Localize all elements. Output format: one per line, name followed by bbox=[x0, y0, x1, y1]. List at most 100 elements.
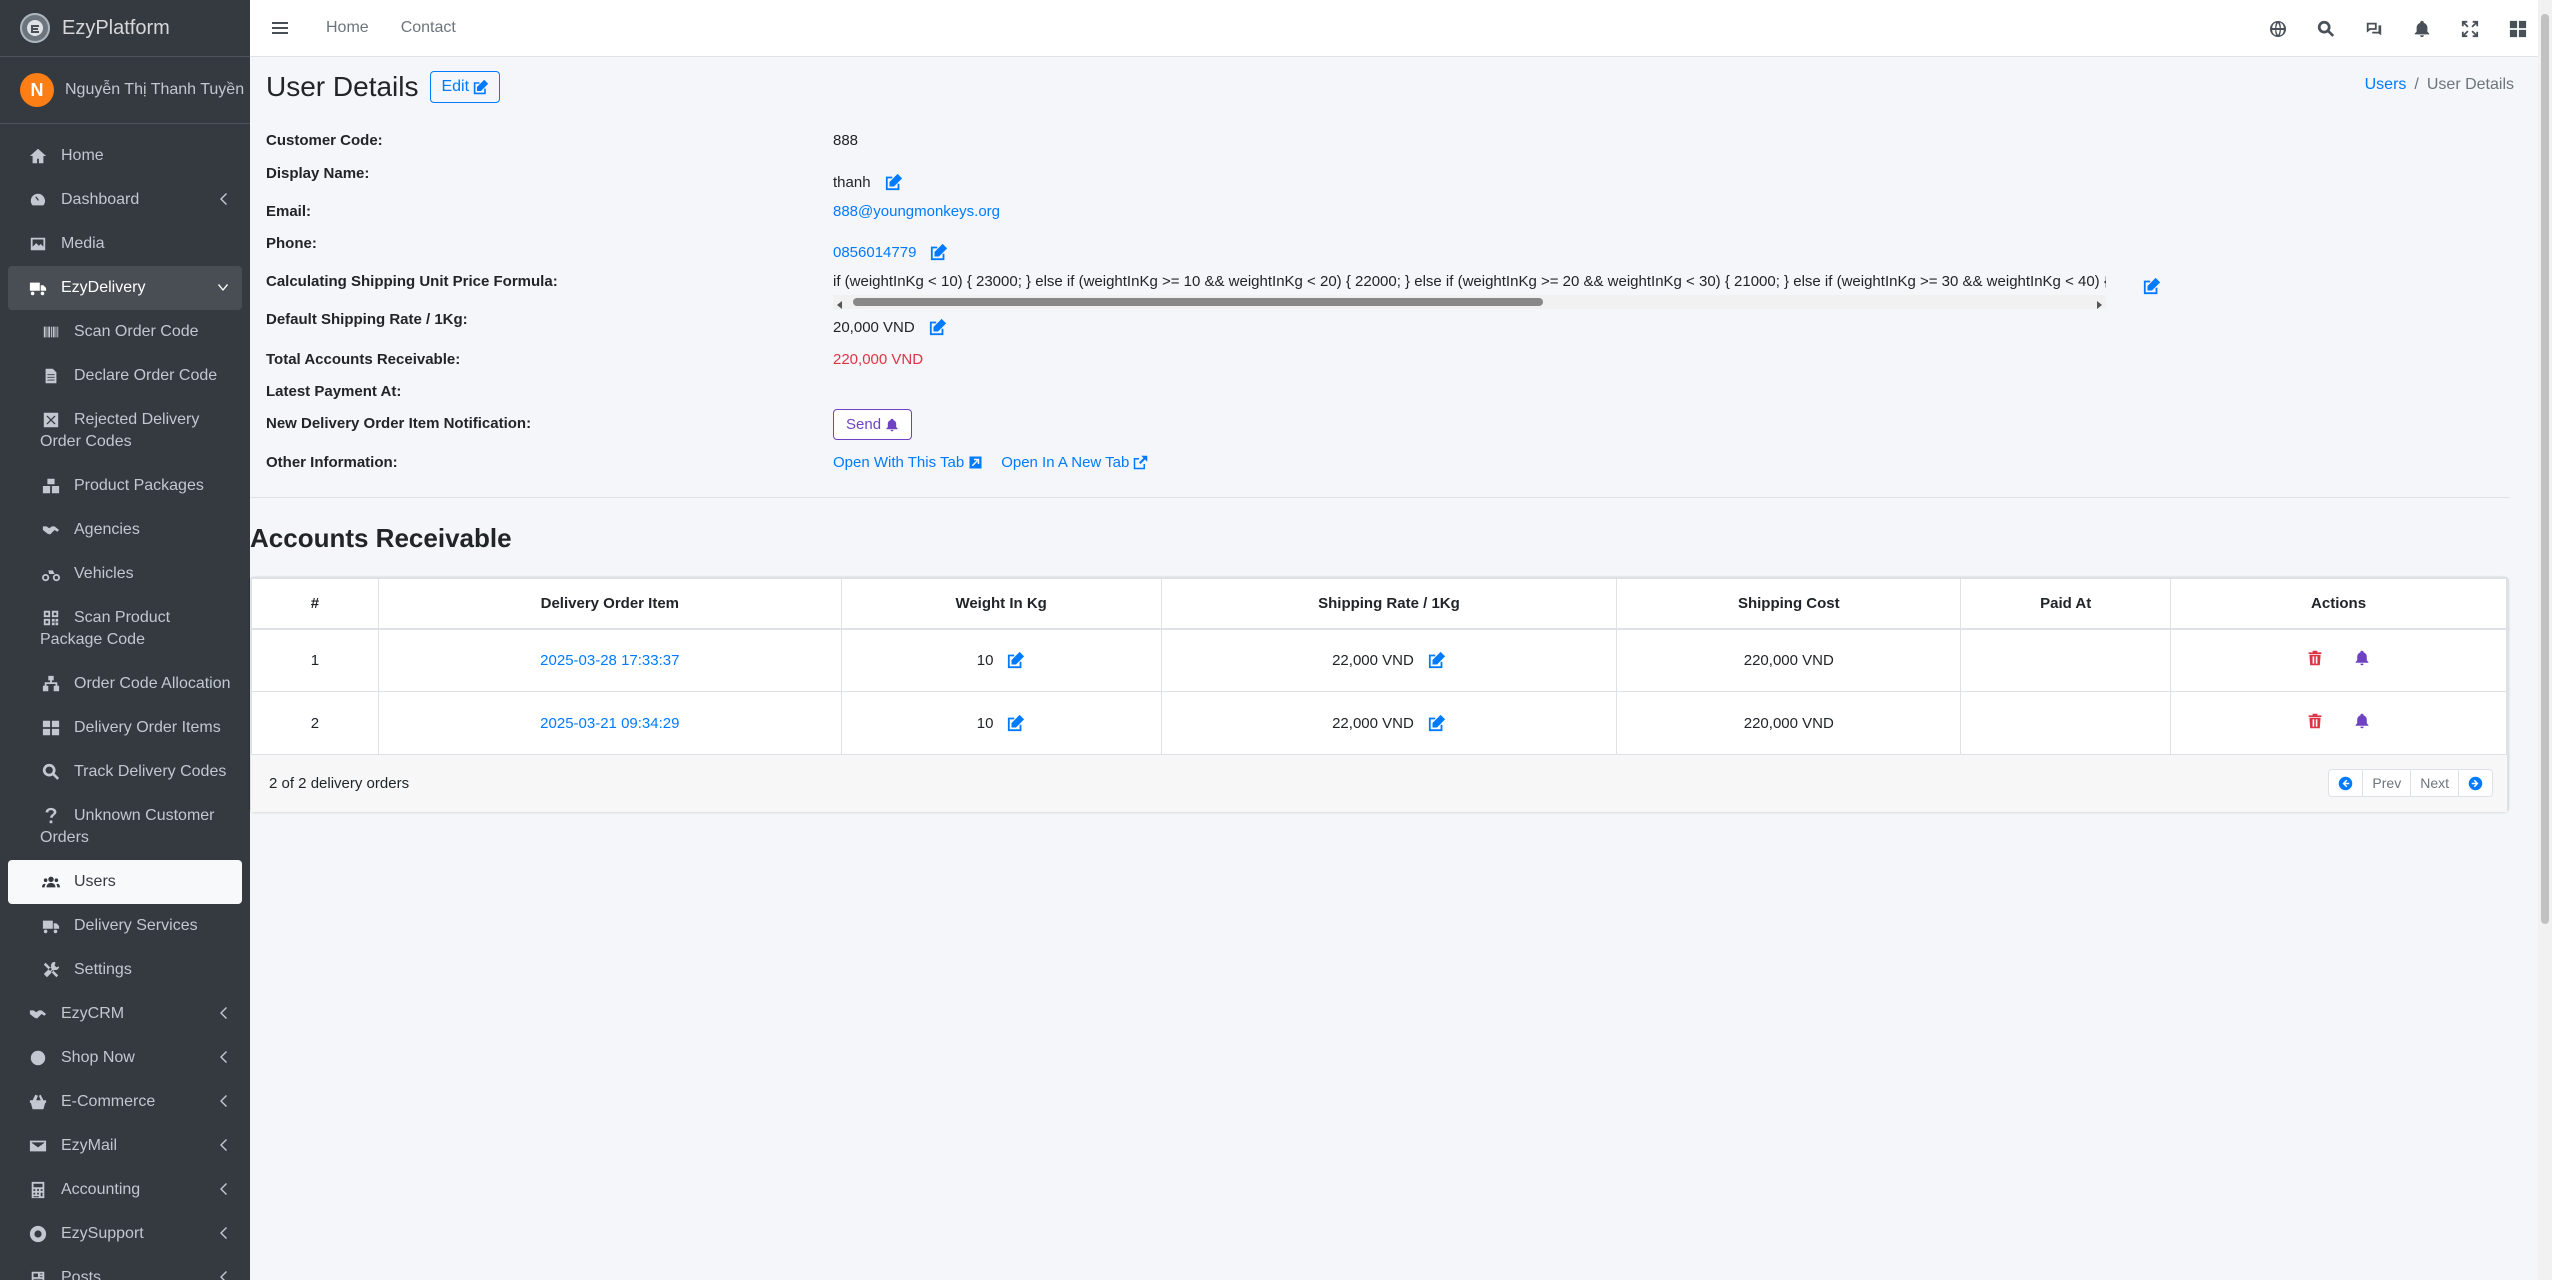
sidebar-item-label: Product Packages bbox=[74, 477, 204, 494]
rate-cell: 22,000 VND bbox=[1160, 691, 1618, 755]
sidebar-item-agencies[interactable]: Agencies bbox=[8, 508, 242, 552]
send-button-label: Send bbox=[846, 416, 882, 433]
last-page-icon[interactable] bbox=[2459, 770, 2492, 796]
section-divider bbox=[250, 497, 2510, 498]
edit-icon[interactable] bbox=[885, 173, 903, 191]
send-notification-button[interactable]: Send bbox=[833, 409, 913, 440]
topbar-actions bbox=[2254, 0, 2542, 57]
delivery-order-item-link[interactable]: 2025-03-21 09:34:29 bbox=[540, 715, 679, 732]
page-scrollbar[interactable] bbox=[2538, 0, 2552, 1280]
sidebar-item-home[interactable]: Home bbox=[8, 134, 242, 178]
edit-button[interactable]: Edit bbox=[430, 71, 501, 103]
brand-name: EzyPlatform bbox=[62, 16, 170, 39]
sidebar-item-label: Settings bbox=[74, 961, 132, 978]
sidebar-item-label: Rejected Delivery Order Codes bbox=[40, 411, 200, 450]
external-link-icon bbox=[969, 456, 982, 469]
sidebar-item-label: Declare Order Code bbox=[74, 367, 218, 384]
bell-icon[interactable] bbox=[2398, 0, 2446, 57]
sidebar-item-vehicles[interactable]: Vehicles bbox=[8, 552, 242, 596]
prev-page-button[interactable]: Prev bbox=[2363, 770, 2412, 796]
sidebar-item-delivery-services[interactable]: Delivery Services bbox=[8, 904, 242, 948]
open-this-tab-label: Open With This Tab bbox=[833, 454, 965, 471]
edit-icon[interactable] bbox=[2143, 277, 2161, 295]
sidebar-item-delivery-order-items[interactable]: Delivery Order Items bbox=[8, 706, 242, 750]
edit-icon[interactable] bbox=[929, 318, 947, 336]
sidebar-item-label: Shop Now bbox=[61, 1049, 135, 1066]
sidebar-item-scan-order-code[interactable]: Scan Order Code bbox=[8, 310, 242, 354]
sidebar-item-label: EzyMail bbox=[61, 1137, 118, 1154]
brand-logo-icon bbox=[20, 13, 50, 43]
chat-icon[interactable] bbox=[2350, 0, 2398, 57]
scrollbar-thumb[interactable] bbox=[853, 298, 1543, 306]
sidebar-item-ezymail[interactable]: EzyMail bbox=[8, 1124, 242, 1168]
scroll-left-icon[interactable] bbox=[835, 297, 845, 309]
sidebar-item-label: Agencies bbox=[74, 521, 140, 538]
globe-icon[interactable] bbox=[2254, 0, 2302, 57]
edit-icon[interactable] bbox=[930, 243, 948, 261]
fullscreen-icon[interactable] bbox=[2446, 0, 2494, 57]
horizontal-scrollbar[interactable] bbox=[833, 295, 2106, 309]
apps-grid-icon[interactable] bbox=[2494, 0, 2542, 57]
topnav-contact-link[interactable]: Contact bbox=[385, 19, 472, 37]
accounts-receivable-table: # Delivery Order Item Weight In Kg Shipp… bbox=[251, 578, 2507, 755]
open-with-this-tab-link[interactable]: Open With This Tab bbox=[833, 454, 983, 471]
sidebar-item-accounting[interactable]: Accounting bbox=[8, 1168, 242, 1212]
sidebar-item-unknown-customer-orders[interactable]: Unknown Customer Orders bbox=[8, 794, 242, 860]
basket-icon bbox=[27, 1091, 49, 1113]
sidebar-item-product-packages[interactable]: Product Packages bbox=[8, 464, 242, 508]
sidebar-item-label: Delivery Services bbox=[74, 917, 198, 934]
delete-icon[interactable] bbox=[2307, 713, 2323, 729]
menu-toggle-icon[interactable] bbox=[250, 0, 310, 57]
delivery-order-item-cell: 2025-03-28 17:33:37 bbox=[377, 628, 842, 692]
open-in-new-tab-link[interactable]: Open In A New Tab bbox=[1001, 454, 1148, 471]
detail-value: 20,000 VND bbox=[833, 318, 947, 336]
topnav-home-link[interactable]: Home bbox=[310, 19, 385, 37]
sidebar-item-rejected-codes[interactable]: Rejected Delivery Order Codes bbox=[8, 398, 242, 464]
row-number: 1 bbox=[251, 628, 379, 692]
email-link[interactable]: 888@youngmonkeys.org bbox=[833, 203, 1000, 220]
rate-value: 22,000 VND bbox=[1332, 651, 1414, 669]
edit-icon[interactable] bbox=[1007, 651, 1025, 669]
sidebar-item-ecommerce[interactable]: E-Commerce bbox=[8, 1080, 242, 1124]
delivery-order-item-link[interactable]: 2025-03-28 17:33:37 bbox=[540, 652, 679, 669]
sidebar-item-shop-now[interactable]: Shop Now bbox=[8, 1036, 242, 1080]
weight-value: 10 bbox=[976, 651, 994, 669]
edit-icon[interactable] bbox=[1428, 651, 1446, 669]
sidebar-item-dashboard[interactable]: Dashboard bbox=[8, 178, 242, 222]
phone-link[interactable]: 0856014779 bbox=[833, 244, 916, 261]
sidebar-item-settings[interactable]: Settings bbox=[8, 948, 242, 992]
edit-icon[interactable] bbox=[1428, 714, 1446, 732]
user-panel[interactable]: N Nguyễn Thị Thanh Tuyền bbox=[0, 57, 250, 124]
sidebar-item-media[interactable]: Media bbox=[8, 222, 242, 266]
sidebar-item-ezycrm[interactable]: EzyCRM bbox=[8, 992, 242, 1036]
search-icon[interactable] bbox=[2302, 0, 2350, 57]
newspaper-icon bbox=[27, 1267, 49, 1280]
sidebar-item-track-delivery-codes[interactable]: Track Delivery Codes bbox=[8, 750, 242, 794]
sidebar-item-declare-order-code[interactable]: Declare Order Code bbox=[8, 354, 242, 398]
sidebar-item-order-code-allocation[interactable]: Order Code Allocation bbox=[8, 662, 242, 706]
edit-icon[interactable] bbox=[1007, 714, 1025, 732]
brand[interactable]: EzyPlatform bbox=[0, 0, 250, 57]
detail-label: New Delivery Order Item Notification: bbox=[266, 415, 532, 432]
sidebar-item-posts[interactable]: Posts bbox=[8, 1256, 242, 1280]
delete-icon[interactable] bbox=[2307, 650, 2323, 666]
rate-cell: 22,000 VND bbox=[1160, 628, 1618, 692]
bell-icon[interactable] bbox=[2354, 713, 2370, 729]
page-scrollbar-thumb[interactable] bbox=[2541, 14, 2549, 924]
sidebar-item-scan-product-package-code[interactable]: Scan Product Package Code bbox=[8, 596, 242, 662]
breadcrumb-users-link[interactable]: Users bbox=[2365, 76, 2407, 93]
next-page-button[interactable]: Next bbox=[2411, 770, 2459, 796]
bell-icon[interactable] bbox=[2354, 650, 2370, 666]
sidebar-item-label: Vehicles bbox=[74, 565, 134, 582]
sidebar-item-ezysupport[interactable]: EzySupport bbox=[8, 1212, 242, 1256]
sidebar-item-ezydelivery[interactable]: EzyDelivery bbox=[8, 266, 242, 310]
detail-value: thanh bbox=[833, 173, 903, 191]
handshake-icon bbox=[40, 519, 62, 541]
detail-value: 220,000 VND bbox=[833, 351, 923, 368]
sidebar-item-users[interactable]: Users bbox=[8, 860, 242, 904]
column-header: Shipping Rate / 1Kg bbox=[1160, 578, 1618, 630]
first-page-icon[interactable] bbox=[2329, 770, 2364, 796]
formula-scroll-box[interactable]: if (weightInKg < 10) { 23000; } else if … bbox=[833, 273, 2106, 309]
sidebar-item-label: EzyDelivery bbox=[61, 279, 146, 296]
scroll-right-icon[interactable] bbox=[2094, 297, 2104, 309]
